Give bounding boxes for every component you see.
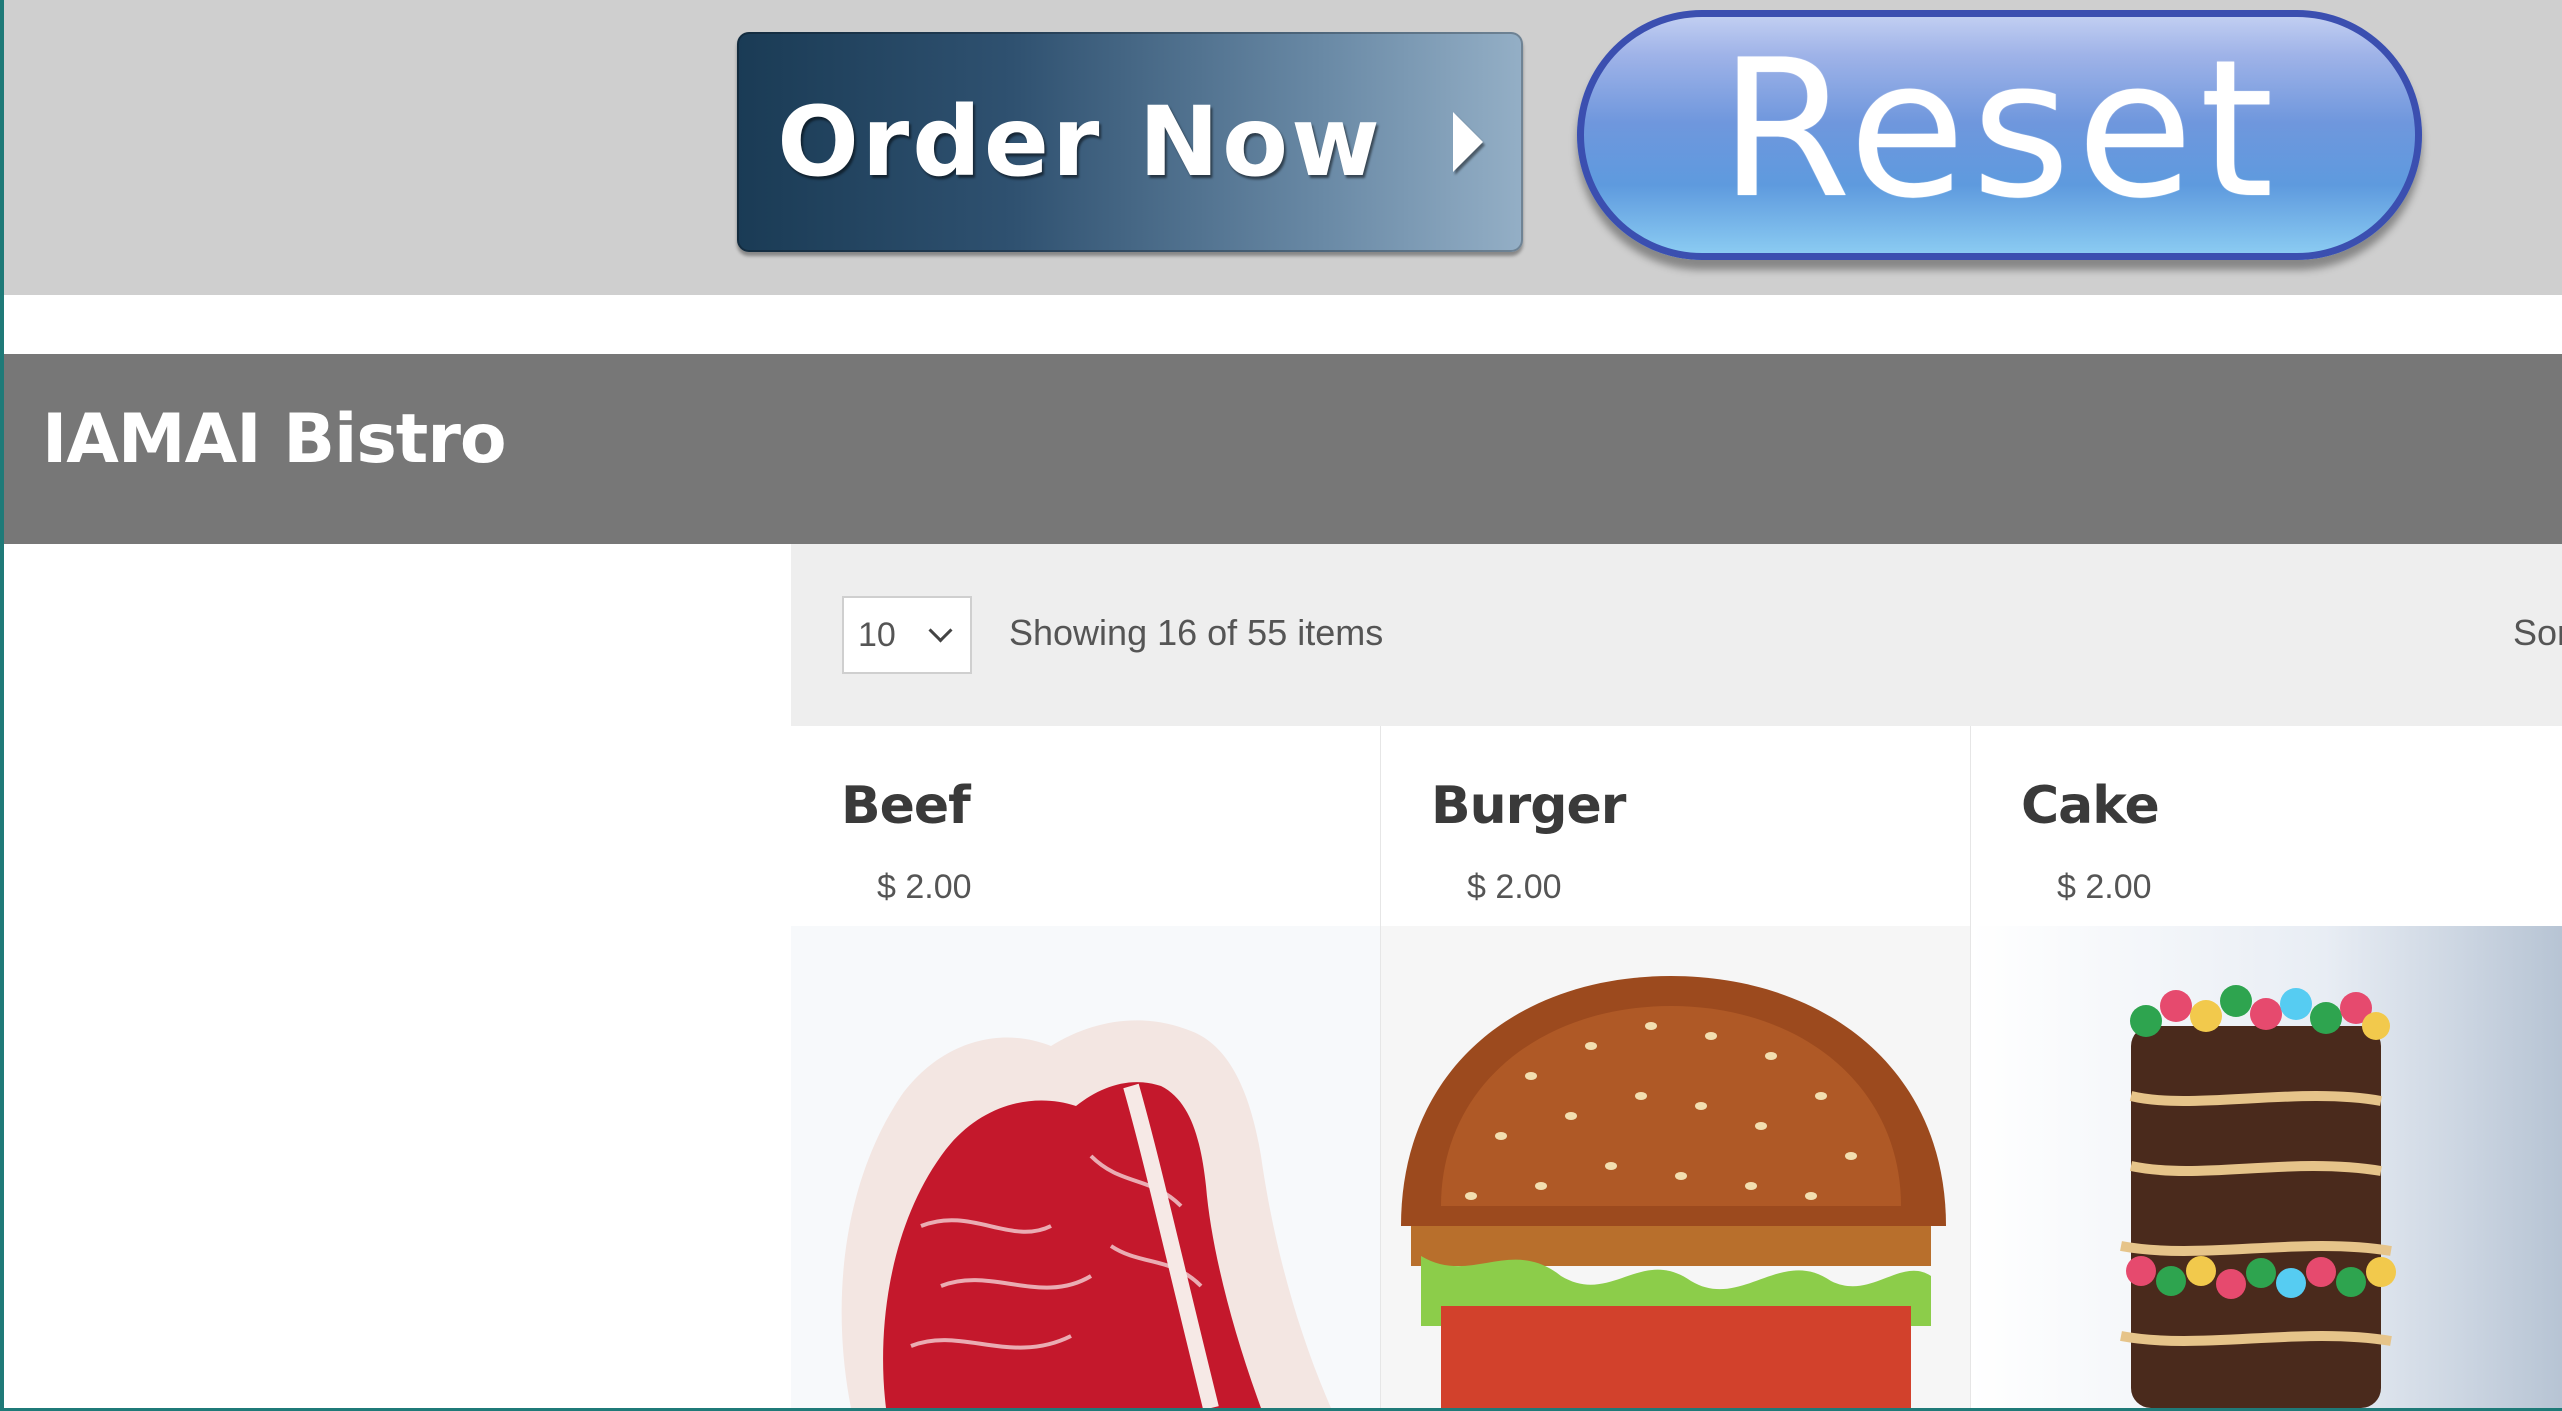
site-title[interactable]: IAMAI Bistro <box>42 400 507 479</box>
product-card-burger[interactable]: Burger $ 2.00 <box>1381 726 1972 1408</box>
item-count-text: Showing 16 of 55 items <box>1009 612 1384 653</box>
product-price: $ 2.00 <box>2057 868 2152 906</box>
product-price: $ 2.00 <box>877 868 972 906</box>
product-price: $ 2.00 <box>1467 868 1562 906</box>
product-card-beef[interactable]: Beef $ 2.00 <box>791 726 1382 1408</box>
top-toolbar: Order Now Reset <box>4 0 2562 295</box>
order-now-label: Order Now <box>777 86 1383 198</box>
burger-image[interactable] <box>1381 926 1970 1408</box>
page-size-select[interactable]: 10 <box>842 596 972 674</box>
sort-label[interactable]: Sor <box>2513 612 2562 654</box>
play-arrow-icon <box>1452 112 1483 172</box>
page-size-value: 10 <box>858 616 896 654</box>
layer-cake-image[interactable] <box>1971 926 2562 1408</box>
product-card-cake[interactable]: Cake $ 2.00 <box>1971 726 2562 1408</box>
site-header: IAMAI Bistro <box>4 354 2562 544</box>
beef-steak-image[interactable] <box>791 926 1380 1408</box>
reset-label: Reset <box>1719 18 2280 240</box>
chevron-down-icon <box>928 618 953 643</box>
product-name[interactable]: Cake <box>2021 776 2160 836</box>
product-name[interactable]: Beef <box>841 776 971 836</box>
reset-button[interactable]: Reset <box>1577 10 2422 260</box>
product-name[interactable]: Burger <box>1431 776 1626 836</box>
listing-toolbar: 10 Showing 16 of 55 items Sor <box>791 544 2562 726</box>
order-now-button[interactable]: Order Now <box>737 32 1523 252</box>
